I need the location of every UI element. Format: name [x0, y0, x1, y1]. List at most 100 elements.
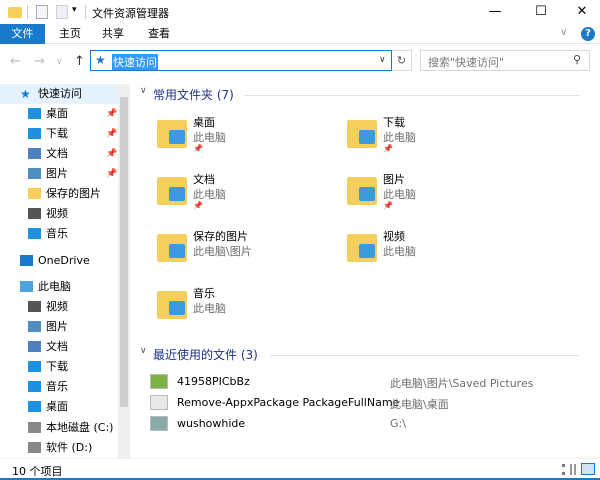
back-button[interactable]: ← [10, 54, 21, 69]
download-icon [28, 361, 41, 372]
address-dropdown-icon[interactable]: ∨ [379, 55, 386, 65]
expand-ribbon-icon[interactable]: ∨ [560, 27, 567, 38]
sidebar-item[interactable]: 此电脑 [0, 277, 118, 297]
large-icons-view-icon[interactable] [581, 463, 595, 475]
minimize-button[interactable]: — [472, 0, 518, 24]
forward-button[interactable]: → [34, 54, 45, 69]
folder-name: 音乐 [193, 287, 215, 300]
sidebar-item[interactable]: 图片 [0, 317, 118, 337]
folder-icon [28, 188, 41, 199]
computer-icon [20, 281, 33, 292]
download-folder-icon [345, 114, 381, 150]
text-file-icon [150, 395, 168, 410]
videos-folder-icon [345, 228, 381, 264]
saved-pictures-folder-icon [155, 228, 191, 264]
sidebar-item[interactable]: 文档 📌 [0, 144, 118, 164]
collapse-icon[interactable]: ∨ [140, 86, 147, 96]
folder-location: 此电脑 [383, 245, 416, 258]
folder-tile[interactable]: 文档 此电脑 📌 [155, 171, 335, 221]
tab-file[interactable]: 文件 [0, 24, 45, 44]
folder-name: 桌面 [193, 116, 215, 129]
navigation-pane: ★ 快速访问 桌面 📌 下载 📌 文档 📌 图片 📌 保存的图片 视频 音乐 OneDrive 此电脑 视频图… [0, 84, 118, 458]
recent-file-row[interactable]: Remove-AppxPackage PackageFullName 此电脑\桌… [150, 393, 570, 413]
sidebar-item[interactable]: 视频 [0, 204, 118, 224]
sidebar-item[interactable]: ★ 快速访问 [0, 84, 118, 104]
address-bar[interactable]: ★ 快速访问 ∨ [90, 50, 392, 71]
sidebar-item[interactable]: OneDrive [0, 251, 118, 271]
pictures-icon [28, 321, 41, 332]
recent-locations-button[interactable]: ∨ [56, 57, 63, 67]
sidebar-item-label: 桌面 [46, 400, 68, 413]
sidebar-item[interactable]: 保存的图片 [0, 184, 118, 204]
folder-name: 图片 [383, 173, 405, 186]
music-icon [28, 228, 41, 239]
recent-file-row[interactable]: wushowhide G:\ [150, 414, 570, 434]
folder-location: 此电脑 [383, 188, 416, 201]
sidebar-item[interactable]: 桌面 [0, 397, 118, 417]
sidebar-item-label: 音乐 [46, 227, 68, 240]
tab-share[interactable]: 共享 [90, 24, 136, 44]
pictures-icon [28, 168, 41, 179]
sidebar-item-label: 音乐 [46, 380, 68, 393]
drive-icon [28, 442, 41, 453]
pin-icon: 📌 [106, 109, 118, 119]
sidebar-item-label: 图片 [46, 167, 68, 180]
drive-icon [28, 422, 41, 433]
search-input[interactable]: 搜索"快速访问" ⚲ [420, 50, 590, 71]
sidebar-item[interactable]: 本地磁盘 (C:) [0, 418, 118, 438]
folder-tile[interactable]: 图片 此电脑 📌 [345, 171, 525, 221]
refresh-button[interactable]: ↻ [392, 50, 412, 71]
recent-file-row[interactable]: 41958PICbBz 此电脑\图片\Saved Pictures [150, 372, 570, 392]
folder-location: 此电脑\图片 [193, 245, 252, 258]
folder-tile[interactable]: 音乐 此电脑 [155, 285, 335, 335]
collapse-icon[interactable]: ∨ [140, 346, 147, 356]
folder-tile[interactable]: 桌面 此电脑 📌 [155, 114, 335, 164]
details-view-icon[interactable] [562, 464, 576, 475]
sidebar-item-label: 图片 [46, 320, 68, 333]
file-name: wushowhide [177, 417, 246, 430]
sidebar-item[interactable]: 音乐 [0, 224, 118, 244]
divider [244, 95, 580, 96]
sidebar-item[interactable]: 下载 📌 [0, 124, 118, 144]
file-name: Remove-AppxPackage PackageFullName [177, 396, 400, 409]
help-icon[interactable]: ? [581, 27, 595, 41]
sidebar-item[interactable]: 图片 📌 [0, 164, 118, 184]
new-folder-icon[interactable] [56, 5, 68, 19]
tab-home[interactable]: 主页 [47, 24, 93, 44]
folder-name: 保存的图片 [193, 230, 248, 243]
search-icon[interactable]: ⚲ [573, 53, 581, 66]
divider [270, 355, 580, 356]
image-file-icon [150, 374, 168, 389]
tab-view[interactable]: 查看 [136, 24, 182, 44]
sidebar-item[interactable]: 文档 [0, 337, 118, 357]
status-bar: 10 个项目 [0, 458, 600, 480]
file-name: 41958PICbBz [177, 375, 250, 388]
customize-toolbar-icon[interactable]: ▾ [72, 5, 77, 15]
download-icon [28, 128, 41, 139]
folder-tile[interactable]: 下载 此电脑 📌 [345, 114, 525, 164]
folder-tile[interactable]: 保存的图片 此电脑\图片 [155, 228, 335, 278]
desktop-icon [28, 401, 41, 412]
folder-location: 此电脑 [383, 131, 416, 144]
recent-files-header[interactable]: ∨ 最近使用的文件 (3) [140, 346, 580, 364]
sidebar-scrollbar-thumb[interactable] [120, 97, 128, 407]
close-button[interactable]: ✕ [564, 0, 600, 24]
file-location: 此电脑\图片\Saved Pictures [390, 377, 534, 390]
sidebar-item[interactable]: 桌面 📌 [0, 104, 118, 124]
sidebar-item-label: 视频 [46, 300, 68, 313]
maximize-button[interactable]: ☐ [518, 0, 564, 24]
sidebar-item[interactable]: 音乐 [0, 377, 118, 397]
up-button[interactable]: ↑ [74, 54, 85, 69]
video-icon [28, 208, 41, 219]
address-value[interactable]: 快速访问 [112, 54, 158, 70]
sidebar-item[interactable]: 软件 (D:) [0, 438, 118, 458]
divider [27, 5, 28, 19]
frequent-folders-header[interactable]: ∨ 常用文件夹 (7) [140, 86, 580, 104]
sidebar-item[interactable]: 下载 [0, 357, 118, 377]
folder-tile[interactable]: 视频 此电脑 [345, 228, 525, 278]
pin-icon: 📌 [193, 201, 203, 210]
pin-icon: 📌 [106, 169, 118, 179]
sidebar-item[interactable]: 视频 [0, 297, 118, 317]
properties-icon[interactable] [36, 5, 48, 19]
folder-app-icon [8, 7, 22, 18]
